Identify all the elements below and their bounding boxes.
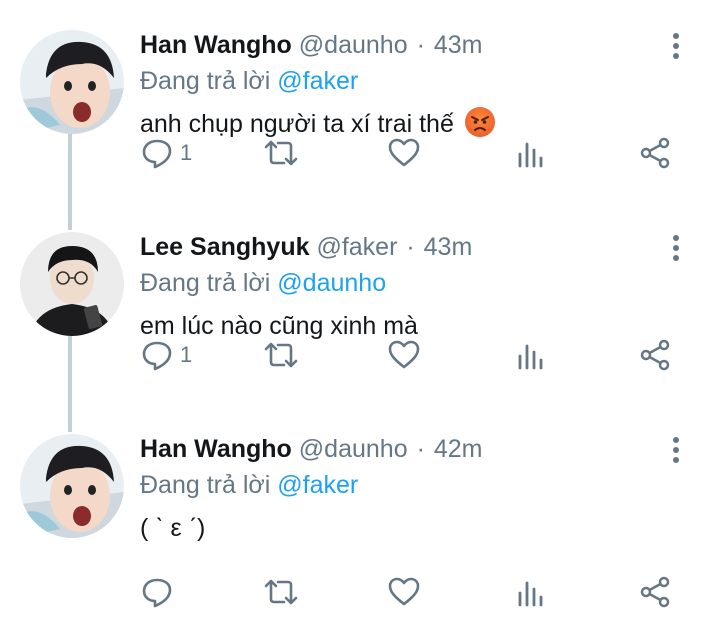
share-button[interactable] <box>638 335 672 375</box>
analytics-icon <box>518 142 543 168</box>
retweet-button[interactable] <box>262 335 300 375</box>
share-icon <box>640 576 670 608</box>
tweet-actions: 1 <box>130 335 690 375</box>
reply-mention[interactable]: @daunho <box>277 269 386 297</box>
tweet-actions: 1 <box>130 133 690 173</box>
retweet-icon <box>264 342 298 368</box>
more-vertical-icon <box>673 437 679 463</box>
analytics-button[interactable] <box>515 572 545 612</box>
tweet-header: Lee Sanghyuk @faker · 43m <box>140 230 472 264</box>
avatar[interactable] <box>20 30 124 134</box>
avatar[interactable] <box>20 232 124 336</box>
analytics-button[interactable] <box>515 133 545 173</box>
reply-prefix: Đang trả lời <box>140 67 271 95</box>
more-vertical-icon <box>673 235 679 261</box>
like-icon <box>388 577 420 606</box>
tweet-header: Han Wangho @daunho · 43m <box>140 28 482 62</box>
tweet-text: ( ˋ ε ˊ) <box>140 510 205 546</box>
handle[interactable]: @faker <box>316 233 397 261</box>
share-button[interactable] <box>638 133 672 173</box>
separator-dot: · <box>416 435 425 463</box>
retweet-button[interactable] <box>262 133 300 173</box>
reply-icon <box>142 139 172 169</box>
timestamp[interactable]: 42m <box>434 435 483 463</box>
reply-prefix: Đang trả lời <box>140 471 271 499</box>
separator-dot: · <box>416 31 425 59</box>
analytics-icon <box>518 581 543 607</box>
reply-button[interactable]: 1 <box>140 335 192 375</box>
tweet[interactable]: Han Wangho @daunho · 43m Đang trả lời @f… <box>0 0 719 202</box>
separator-dot: · <box>406 233 415 261</box>
more-vertical-icon <box>673 33 679 59</box>
analytics-button[interactable] <box>515 335 545 375</box>
more-options-button[interactable] <box>664 230 688 266</box>
reply-icon <box>142 341 172 371</box>
display-name[interactable]: Han Wangho <box>140 31 292 59</box>
timestamp[interactable]: 43m <box>424 233 473 261</box>
reply-icon <box>142 578 172 608</box>
display-name[interactable]: Lee Sanghyuk <box>140 233 310 261</box>
like-button[interactable] <box>387 335 421 375</box>
more-options-button[interactable] <box>664 28 688 64</box>
retweet-button[interactable] <box>262 572 300 612</box>
tweet-header: Han Wangho @daunho · 42m <box>140 432 482 466</box>
tweet-text-body: ( ˋ ε ˊ) <box>140 514 206 542</box>
reply-count: 1 <box>180 342 193 367</box>
like-icon <box>388 138 420 167</box>
tweet[interactable]: Han Wangho @daunho · 42m Đang trả lời @f… <box>0 404 719 608</box>
retweet-icon <box>264 579 298 605</box>
reply-count: 1 <box>180 140 193 165</box>
like-button[interactable] <box>387 572 421 612</box>
reply-prefix: Đang trả lời <box>140 269 271 297</box>
reply-mention[interactable]: @faker <box>277 67 358 95</box>
like-button[interactable] <box>387 133 421 173</box>
reply-context: Đang trả lời @daunho <box>140 266 386 300</box>
timestamp[interactable]: 43m <box>434 31 483 59</box>
like-icon <box>388 340 420 369</box>
handle[interactable]: @daunho <box>299 31 408 59</box>
avatar[interactable] <box>20 434 124 538</box>
share-button[interactable] <box>638 572 672 612</box>
tweet[interactable]: Lee Sanghyuk @faker · 43m Đang trả lời @… <box>0 202 719 404</box>
tweet-actions <box>130 572 690 612</box>
reply-context: Đang trả lời @faker <box>140 64 358 98</box>
reply-button[interactable]: 1 <box>140 133 192 173</box>
reply-context: Đang trả lời @faker <box>140 468 358 502</box>
analytics-icon <box>518 344 543 370</box>
display-name[interactable]: Han Wangho <box>140 435 292 463</box>
share-icon <box>640 339 670 371</box>
handle[interactable]: @daunho <box>299 435 408 463</box>
reply-mention[interactable]: @faker <box>277 471 358 499</box>
retweet-icon <box>264 140 298 166</box>
more-options-button[interactable] <box>664 432 688 468</box>
share-icon <box>640 137 670 169</box>
reply-button[interactable] <box>140 572 180 612</box>
